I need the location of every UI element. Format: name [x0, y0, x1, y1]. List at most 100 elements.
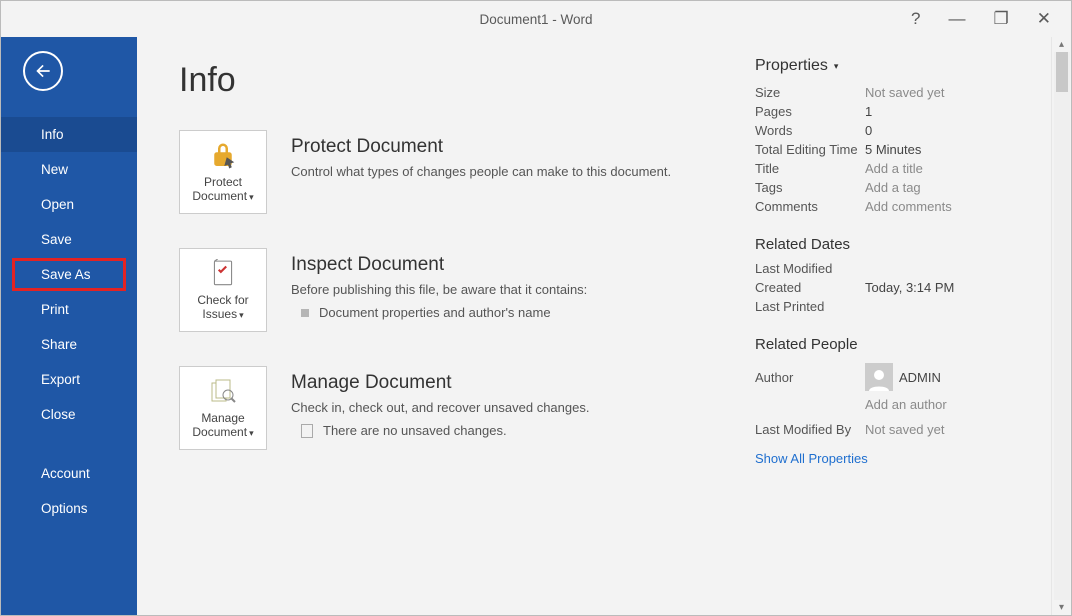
related-people-head: Related People — [755, 336, 1037, 353]
nav-item-new[interactable]: New — [1, 152, 137, 187]
nav-item-save[interactable]: Save — [1, 222, 137, 257]
nav-label: Save — [41, 232, 72, 247]
nav-label: New — [41, 162, 68, 177]
manage-document-button[interactable]: Manage Document▾ — [179, 366, 267, 450]
nav-label: Account — [41, 466, 90, 481]
properties-head-label: Properties — [755, 57, 828, 75]
show-all-properties-link[interactable]: Show All Properties — [755, 451, 868, 466]
prop-key-created: Created — [755, 280, 865, 295]
nav-spacer — [1, 432, 137, 456]
big-btn-label: Protect Document▾ — [180, 175, 266, 203]
bullet-text: Document properties and author's name — [319, 305, 551, 320]
protect-section: Protect Document▾ Protect Document Contr… — [179, 130, 755, 214]
chevron-down-icon: ▾ — [834, 61, 839, 72]
nav-item-export[interactable]: Export — [1, 362, 137, 397]
manage-title: Manage Document — [291, 372, 755, 394]
bullet-icon — [301, 309, 309, 317]
inspect-title: Inspect Document — [291, 254, 755, 276]
main-area: Info Protect Document▾ Protect Document … — [137, 37, 1071, 615]
nav-item-open[interactable]: Open — [1, 187, 137, 222]
vertical-scrollbar[interactable]: ▴ ▾ — [1051, 37, 1071, 615]
prop-val-pages: 1 — [865, 104, 872, 119]
prop-key-last-printed: Last Printed — [755, 299, 865, 314]
chevron-down-icon: ▾ — [249, 192, 254, 202]
properties-panel: Properties▾ SizeNot saved yet Pages1 Wor… — [755, 37, 1051, 615]
content: Info Protect Document▾ Protect Document … — [137, 37, 755, 615]
big-btn-label: Check for Issues▾ — [180, 293, 266, 321]
app-window: Document1 - Word ? — ❐ ✕ Info New Open S… — [0, 0, 1072, 616]
prop-val-title[interactable]: Add a title — [865, 161, 923, 176]
restore-button[interactable]: ❐ — [994, 9, 1009, 29]
prop-key-author: Author — [755, 370, 865, 385]
help-button[interactable]: ? — [911, 9, 920, 29]
prop-key-pages: Pages — [755, 104, 865, 119]
nav-label: Save As — [41, 267, 91, 282]
titlebar: Document1 - Word ? — ❐ ✕ — [1, 1, 1071, 37]
scroll-down-button[interactable]: ▾ — [1057, 600, 1066, 615]
prop-key-words: Words — [755, 123, 865, 138]
inspect-bullets: Document properties and author's name — [291, 305, 755, 320]
nav-label: Close — [41, 407, 76, 422]
big-btn-label: Manage Document▾ — [180, 411, 266, 439]
nav-item-info[interactable]: Info — [1, 117, 137, 152]
related-dates-head: Related Dates — [755, 236, 1037, 253]
prop-key-comments: Comments — [755, 199, 865, 214]
protect-document-button[interactable]: Protect Document▾ — [179, 130, 267, 214]
protect-title: Protect Document — [291, 136, 755, 158]
author-name: ADMIN — [899, 370, 941, 385]
prop-val-words: 0 — [865, 123, 872, 138]
window-title: Document1 - Word — [479, 12, 592, 27]
documents-icon — [208, 377, 238, 407]
prop-key-lastmodby: Last Modified By — [755, 422, 865, 437]
inspect-desc: Before publishing this file, be aware th… — [291, 282, 755, 297]
inspect-bullet-item: Document properties and author's name — [301, 305, 755, 320]
nav-item-options[interactable]: Options — [1, 491, 137, 526]
scroll-thumb[interactable] — [1056, 52, 1068, 92]
arrow-left-icon — [33, 61, 53, 81]
manage-desc: Check in, check out, and recover unsaved… — [291, 400, 755, 415]
nav-label: Print — [41, 302, 69, 317]
close-button[interactable]: ✕ — [1037, 9, 1051, 29]
minimize-button[interactable]: — — [949, 9, 966, 29]
nav-item-close[interactable]: Close — [1, 397, 137, 432]
document-icon — [301, 424, 313, 438]
manage-note-text: There are no unsaved changes. — [323, 423, 507, 438]
prop-key-title: Title — [755, 161, 865, 176]
nav-label: Export — [41, 372, 80, 387]
nav-item-print[interactable]: Print — [1, 292, 137, 327]
prop-val-size: Not saved yet — [865, 85, 945, 100]
nav-item-save-as[interactable]: Save As — [11, 257, 127, 292]
window-controls-group: ? — ❐ ✕ — [891, 1, 1071, 37]
add-author[interactable]: Add an author — [865, 397, 947, 412]
prop-val-editing-time: 5 Minutes — [865, 142, 921, 157]
nav-label: Options — [41, 501, 88, 516]
nav-item-account[interactable]: Account — [1, 456, 137, 491]
manage-note: There are no unsaved changes. — [301, 423, 755, 438]
prop-val-lastmodby: Not saved yet — [865, 422, 945, 437]
scroll-up-button[interactable]: ▴ — [1057, 37, 1066, 52]
prop-val-tags[interactable]: Add a tag — [865, 180, 921, 195]
nav-label: Open — [41, 197, 74, 212]
scroll-track[interactable] — [1054, 52, 1070, 600]
properties-dropdown[interactable]: Properties ▾ — [755, 57, 1037, 75]
nav-label: Share — [41, 337, 77, 352]
avatar-icon — [865, 363, 893, 391]
back-button[interactable] — [23, 51, 63, 91]
nav-label: Info — [41, 127, 64, 142]
prop-key-size: Size — [755, 85, 865, 100]
chevron-down-icon: ▾ — [239, 310, 244, 320]
prop-key-last-modified: Last Modified — [755, 261, 865, 276]
nav-primary: Info New Open Save Save As Print Share E… — [1, 117, 137, 526]
manage-section: Manage Document▾ Manage Document Check i… — [179, 366, 755, 450]
checklist-icon — [209, 259, 237, 289]
prop-key-tags: Tags — [755, 180, 865, 195]
backstage-sidebar: Info New Open Save Save As Print Share E… — [1, 37, 137, 615]
nav-item-share[interactable]: Share — [1, 327, 137, 362]
chevron-down-icon: ▾ — [249, 428, 254, 438]
page-title: Info — [179, 61, 755, 100]
author-row[interactable]: ADMIN — [865, 363, 941, 391]
prop-val-comments[interactable]: Add comments — [865, 199, 952, 214]
check-for-issues-button[interactable]: Check for Issues▾ — [179, 248, 267, 332]
lock-icon — [208, 141, 238, 171]
protect-desc: Control what types of changes people can… — [291, 164, 755, 179]
